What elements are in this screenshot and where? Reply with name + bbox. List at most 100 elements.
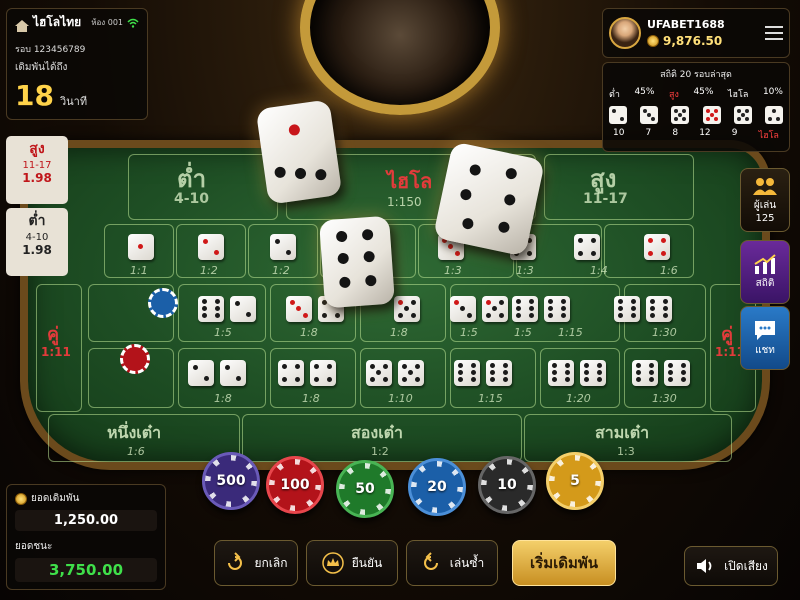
die-face-2	[230, 296, 256, 322]
game-stage: ต่ำ 4-10 ไฮโล 1:150 สูง 11-17 1:1 1:2 1:…	[0, 0, 800, 600]
hilo-label: ไฮโล	[387, 169, 433, 193]
stat-die	[733, 106, 752, 124]
die-face-5	[366, 360, 392, 386]
bet-area-high[interactable]: สูง 11-17	[544, 154, 694, 220]
high-range: 11-17	[583, 191, 628, 207]
die-face-6	[646, 296, 672, 322]
die-face-6	[548, 360, 574, 386]
bet-area-low[interactable]: ต่ำ 4-10	[128, 154, 278, 220]
players-label: ผู้เล่น	[753, 200, 777, 211]
die-face-6	[198, 296, 224, 322]
die-face-6	[544, 296, 570, 322]
chip-value: 5	[570, 473, 580, 489]
die-face-1	[128, 234, 154, 260]
cancel-button[interactable]: ยกเลิก	[214, 540, 298, 586]
odds-label: 1:3	[516, 264, 534, 277]
die-face-4	[574, 234, 600, 260]
stats-title: สถิติ 20 รอบล่าสุด	[660, 70, 732, 80]
die-face-2	[188, 360, 214, 386]
repeat-label: เล่นซ้ำ	[449, 555, 485, 570]
history-range: 11-17	[22, 160, 52, 171]
hilo-odds: 1:150	[387, 195, 422, 209]
die-face-5	[482, 296, 508, 322]
die-face-6	[512, 296, 538, 322]
die-face-6	[454, 360, 480, 386]
die-face-2	[270, 234, 296, 260]
single-dice-row: 1:1 1:2 1:2 1:3 1:3 1:4 1:6	[104, 224, 704, 280]
chip-value: 500	[216, 473, 246, 489]
history-range: 4-10	[25, 232, 49, 243]
chip-value: 10	[497, 477, 517, 493]
rolling-die	[319, 215, 395, 309]
bet-area-two-dice[interactable]: สองเต๋า 1:2	[242, 414, 522, 462]
two-dice-label: สองเต๋า	[351, 423, 404, 442]
odds-label: 1:8	[390, 326, 408, 339]
username: UFABET1688	[647, 18, 725, 31]
stat-hilo-label: ไฮโล	[728, 90, 749, 100]
round-number: รอบ 123456789	[15, 45, 86, 55]
players-count: 125	[755, 213, 775, 224]
dice-shaker-dome	[300, 0, 500, 115]
three-dice-odds: 1:3	[617, 445, 635, 458]
stat-low-label: ต่ำ	[609, 90, 620, 100]
die-face-2	[220, 360, 246, 386]
odds-label: 1:15	[478, 392, 503, 405]
users-icon	[753, 178, 777, 195]
stat-result: 12	[699, 128, 711, 138]
stat-result: 9	[731, 128, 738, 138]
chat-button[interactable]: แชท	[740, 306, 790, 370]
win-total-value: 3,750.00	[15, 558, 157, 582]
stat-result: 7	[645, 128, 652, 138]
start-bet-button[interactable]: เริ่มเดิมพัน	[512, 540, 616, 586]
sound-button[interactable]: เปิดเสียง	[684, 546, 778, 586]
start-bet-label: เริ่มเดิมพัน	[530, 554, 598, 572]
bet-area-pair-left[interactable]: คู่ 1:11	[36, 284, 82, 412]
players-button[interactable]: ผู้เล่น 125	[740, 168, 790, 232]
stat-die	[640, 106, 659, 124]
timer-unit: วินาที	[59, 95, 88, 108]
bet-area-three-dice[interactable]: สามเต๋า 1:3	[524, 414, 732, 462]
chip-50[interactable]: 50	[336, 460, 394, 518]
odds-label: 1:1	[130, 264, 148, 277]
stat-high-label: สูง	[669, 90, 679, 100]
odds-label: 1:8	[302, 392, 320, 405]
chip-100[interactable]: 100	[266, 456, 324, 514]
stat-result: 8	[672, 128, 679, 138]
odds-label: 1:8	[214, 392, 232, 405]
placed-chip	[148, 288, 178, 318]
chip-20[interactable]: 20	[408, 458, 466, 516]
die-face-6	[644, 234, 670, 260]
odds-label: 1:20	[566, 392, 591, 405]
chip-5[interactable]: 5	[546, 452, 604, 510]
chip-10[interactable]: 10	[478, 456, 536, 514]
odds-label: 1:2	[200, 264, 218, 277]
cancel-label: ยกเลิก	[254, 555, 288, 570]
home-icon[interactable]	[15, 17, 29, 32]
odds-label: 1:15	[558, 326, 583, 339]
history-high-card[interactable]: สูง 11-17 1.98	[6, 136, 68, 204]
repeat-button[interactable]: เล่นซ้ำ	[406, 540, 498, 586]
one-dice-odds: 1:6	[127, 445, 145, 458]
avatar[interactable]	[609, 17, 641, 49]
stats-button[interactable]: สถิติ	[740, 240, 790, 304]
confirm-button[interactable]: ยืนยัน	[306, 540, 398, 586]
rolling-die	[432, 141, 546, 257]
bet-until-label: เดิมพันได้ถึง	[15, 62, 68, 73]
one-dice-label: หนึ่งเต๋า	[107, 423, 162, 442]
stat-low-pct: 45%	[634, 87, 655, 97]
odds-label: 1:5	[460, 326, 478, 339]
crown-icon	[322, 552, 344, 574]
history-low-card[interactable]: ต่ำ 4-10 1.98	[6, 208, 68, 276]
bet-area-one-dice[interactable]: หนึ่งเต๋า 1:6	[48, 414, 240, 462]
room-info-panel: ไฮโลไทย ห้อง 001 รอบ 123456789 เดิมพันได…	[6, 8, 148, 120]
win-total-label: ยอดชนะ	[15, 541, 53, 552]
coin-icon	[15, 492, 27, 505]
undo-icon	[228, 552, 243, 570]
low-range: 4-10	[174, 191, 210, 207]
odds-label: 1:4	[590, 264, 608, 277]
chip-500[interactable]: 500	[202, 452, 260, 510]
odds-label: 1:5	[514, 326, 532, 339]
chip-value: 50	[355, 481, 375, 497]
menu-icon[interactable]	[765, 26, 783, 40]
stat-high-pct: 45%	[693, 87, 714, 97]
